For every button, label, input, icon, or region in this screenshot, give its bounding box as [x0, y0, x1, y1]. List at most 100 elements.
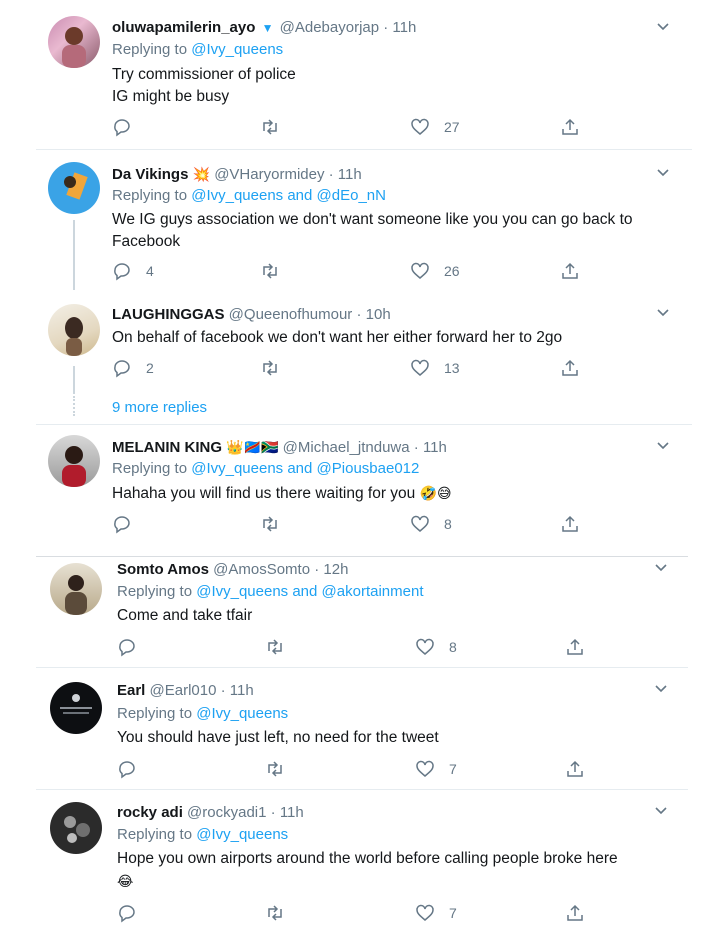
share-button[interactable] [560, 513, 580, 535]
handle[interactable]: @Queenofhumour [229, 306, 353, 323]
reply-button[interactable]: 4 [112, 260, 154, 282]
share-button[interactable] [560, 116, 580, 138]
reply-button[interactable] [112, 513, 146, 535]
share-button[interactable] [565, 902, 585, 924]
tweet[interactable]: rocky adi @rockyadi1 · 11h Replying to @… [36, 790, 688, 934]
chevron-down-icon[interactable] [654, 304, 672, 322]
handle[interactable]: @Michael_jtnduwa [283, 439, 410, 456]
mention-link[interactable]: @Ivy_queens [191, 187, 283, 204]
handle[interactable]: @Earl010 [150, 682, 217, 699]
retweet-icon [268, 905, 282, 921]
chevron-down-icon[interactable] [654, 437, 672, 455]
tweet-actions: 27 [112, 116, 652, 138]
display-name[interactable]: LAUGHINGGAS [112, 306, 225, 323]
retweet-button[interactable] [260, 513, 280, 535]
display-name[interactable]: rocky adi [117, 804, 183, 821]
tweet[interactable]: oluwapamilerin_ayo ▼ @Adebayorjap · 11h … [36, 0, 692, 150]
tweet[interactable]: LAUGHINGGAS @Queenofhumour · 10h On beha… [36, 290, 692, 425]
retweet-button[interactable] [265, 758, 285, 780]
handle[interactable]: @AmosSomto [213, 561, 310, 578]
mention-link[interactable]: @Ivy_queens [191, 460, 283, 477]
retweet-icon [268, 639, 282, 655]
display-name[interactable]: Da Vikings [112, 166, 188, 183]
timestamp[interactable]: · 11h [271, 804, 304, 821]
reply-button[interactable] [117, 636, 151, 658]
replying-to: Replying to @Ivy_queens [117, 826, 289, 843]
tweet-actions: 7 [117, 902, 657, 924]
like-button[interactable]: 26 [410, 260, 460, 282]
retweet-button[interactable] [260, 357, 280, 379]
like-button[interactable]: 7 [415, 758, 457, 780]
handle[interactable]: @VHaryormidey [214, 166, 324, 183]
emoji: 😅 [437, 485, 452, 501]
thread-line [73, 366, 75, 394]
avatar[interactable] [50, 802, 102, 854]
avatar[interactable] [48, 304, 100, 356]
avatar[interactable] [48, 162, 100, 214]
share-icon [562, 262, 578, 279]
mention-link[interactable]: @Ivy_queens [191, 41, 283, 58]
handle[interactable]: @rockyadi1 [187, 804, 266, 821]
share-icon [562, 515, 578, 532]
retweet-button[interactable] [265, 636, 285, 658]
tweet-header: rocky adi @rockyadi1 · 11h [117, 803, 304, 823]
share-button[interactable] [565, 636, 585, 658]
chevron-down-icon[interactable] [652, 680, 670, 698]
mention-link[interactable]: @dEo_nN [317, 187, 386, 204]
tweet-header: oluwapamilerin_ayo ▼ @Adebayorjap · 11h [112, 18, 416, 38]
display-name[interactable]: MELANIN KING [112, 439, 222, 456]
timestamp[interactable]: · 11h [414, 439, 447, 456]
tweet[interactable]: MELANIN KING 👑🇨🇩🇿🇦 @Michael_jtnduwa · 11… [36, 425, 692, 560]
chevron-down-icon[interactable] [652, 802, 670, 820]
like-button[interactable]: 8 [410, 513, 452, 535]
display-name[interactable]: oluwapamilerin_ayo [112, 19, 255, 36]
mention-link[interactable]: @Piousbae012 [317, 460, 420, 477]
retweet-button[interactable] [260, 116, 280, 138]
replying-to: Replying to @Ivy_queens and @akortainmen… [117, 583, 424, 600]
mention-link[interactable]: @Ivy_queens [196, 583, 288, 600]
reply-button[interactable]: 2 [112, 357, 154, 379]
chevron-down-icon[interactable] [652, 559, 670, 577]
retweet-button[interactable] [260, 260, 280, 282]
tweet[interactable]: Da Vikings 💥 @VHaryormidey · 11h Replyin… [36, 150, 692, 290]
display-name[interactable]: Somto Amos [117, 561, 209, 578]
retweet-icon [263, 516, 277, 532]
display-name[interactable]: Earl [117, 682, 145, 699]
tweet[interactable]: Somto Amos @AmosSomto · 12h Replying to … [36, 557, 688, 668]
retweet-icon [263, 119, 277, 135]
chevron-down-icon[interactable] [654, 164, 672, 182]
more-replies-link[interactable]: 9 more replies [112, 399, 207, 416]
avatar[interactable] [50, 682, 102, 734]
mention-link[interactable]: @Ivy_queens [196, 705, 288, 722]
share-button[interactable] [565, 758, 585, 780]
reply-button[interactable] [117, 758, 151, 780]
like-button[interactable]: 27 [410, 116, 460, 138]
tweet-actions: 2 13 [112, 357, 652, 379]
avatar[interactable] [48, 435, 100, 487]
chevron-down-icon[interactable] [654, 18, 672, 36]
like-button[interactable]: 13 [410, 357, 460, 379]
timestamp[interactable]: · 10h [356, 306, 390, 323]
mention-link[interactable]: @akortainment [322, 583, 424, 600]
reply-button[interactable] [117, 902, 151, 924]
share-button[interactable] [560, 260, 580, 282]
timestamp[interactable]: · 11h [329, 166, 362, 183]
handle[interactable]: @Adebayorjap [280, 19, 379, 36]
like-button[interactable]: 7 [415, 902, 457, 924]
timestamp[interactable]: · 11h [383, 19, 416, 36]
mention-link[interactable]: @Ivy_queens [196, 826, 288, 843]
retweet-button[interactable] [265, 902, 285, 924]
avatar[interactable] [48, 16, 100, 68]
timestamp[interactable]: · 12h [314, 561, 348, 578]
reply-button[interactable] [112, 116, 146, 138]
share-icon [562, 359, 578, 376]
replying-to: Replying to @Ivy_queens [117, 705, 289, 722]
badge-emoji: 💥 [192, 166, 211, 182]
like-button[interactable]: 8 [415, 636, 457, 658]
avatar[interactable] [50, 563, 102, 615]
heart-icon [416, 760, 434, 777]
tweet-text: Come and take tfair [117, 607, 253, 624]
tweet[interactable]: Earl @Earl010 · 11h Replying to @Ivy_que… [36, 668, 688, 790]
timestamp[interactable]: · 11h [221, 682, 254, 699]
share-button[interactable] [560, 357, 580, 379]
